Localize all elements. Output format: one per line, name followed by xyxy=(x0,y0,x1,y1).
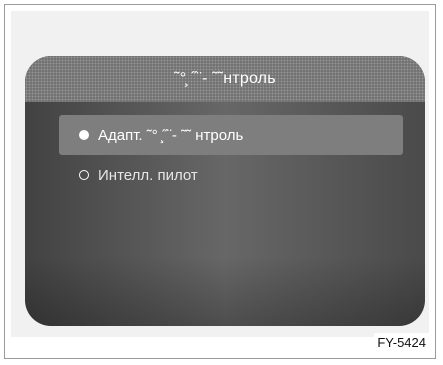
menu-item-label: Адапт. ˜° ̧˝¨- ˜˜ нтроль xyxy=(98,126,244,144)
radio-selected-icon xyxy=(79,130,89,140)
menu-list: Адапт. ˜° ̧˝¨- ˜˜ нтроль Интелл. пилот xyxy=(59,115,403,195)
radio-unselected-icon xyxy=(79,170,89,180)
menu-item-adaptive-cruise[interactable]: Адапт. ˜° ̧˝¨- ˜˜ нтроль xyxy=(59,115,403,155)
figure-frame: ˜°̧ ˝¨- ˜˜нтроль Адапт. ˜° ̧˝¨- ˜˜ нтрол… xyxy=(4,4,436,359)
figure-code-label: FY-5424 xyxy=(374,333,429,352)
screen-header: ˜°̧ ˝¨- ˜˜нтроль xyxy=(25,56,425,102)
display-screen: ˜°̧ ˝¨- ˜˜нтроль Адапт. ˜° ̧˝¨- ˜˜ нтрол… xyxy=(25,56,425,326)
menu-item-label: Интелл. пилот xyxy=(98,166,198,184)
screen-title: ˜°̧ ˝¨- ˜˜нтроль xyxy=(174,70,276,87)
menu-item-intelligent-pilot[interactable]: Интелл. пилот xyxy=(59,155,403,195)
